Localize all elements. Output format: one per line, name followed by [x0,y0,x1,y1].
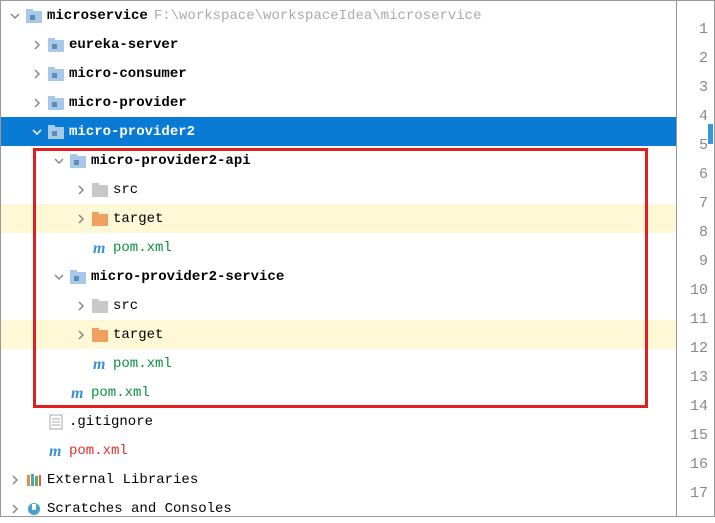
excluded-folder-icon [91,326,109,344]
line-number: 6 [677,160,714,189]
tree-row-scratches[interactable]: Scratches and Consoles [1,494,676,523]
tree-row-mp2-service-pom[interactable]: · m pom.xml [1,349,676,378]
svg-text:m: m [71,385,83,401]
module-label: micro-consumer [69,66,187,82]
chevron-right-icon[interactable] [73,211,89,227]
file-label: pom.xml [91,385,150,401]
selection-marker [708,124,713,144]
libraries-icon [25,471,43,489]
chevron-right-icon[interactable] [29,37,45,53]
line-number: 1 [677,15,714,44]
line-number: 3 [677,73,714,102]
chevron-down-icon[interactable] [51,153,67,169]
tree-row-provider[interactable]: micro-provider [1,88,676,117]
tree-row-mp2-api-src[interactable]: src [1,175,676,204]
tree-row-gitignore[interactable]: · .gitignore [1,407,676,436]
chevron-right-icon[interactable] [73,327,89,343]
folder-icon [91,181,109,199]
line-number: 15 [677,421,714,450]
maven-icon: m [69,384,87,402]
editor-gutter: 1 2 3 4 5 6 7 8 9 10 11 12 13 14 15 16 1… [677,0,715,517]
module-label: micro-provider [69,95,187,111]
line-number: 9 [677,247,714,276]
module-label: micro-provider2-service [91,269,284,285]
scratches-icon [25,500,43,518]
file-icon [47,413,65,431]
tree-row-mp2-pom[interactable]: · m pom.xml [1,378,676,407]
chevron-down-icon[interactable] [51,269,67,285]
chevron-right-icon[interactable] [29,95,45,111]
line-number: 16 [677,450,714,479]
module-folder-icon [69,152,87,170]
svg-text:m: m [49,443,61,459]
maven-icon: m [91,355,109,373]
line-number: 2 [677,44,714,73]
tree-row-mp2-api[interactable]: micro-provider2-api [1,146,676,175]
node-label: External Libraries [47,472,198,488]
module-folder-icon [47,123,65,141]
file-label: pom.xml [113,356,172,372]
module-folder-icon [47,65,65,83]
chevron-right-icon[interactable] [29,66,45,82]
module-label: eureka-server [69,37,178,53]
line-number: 17 [677,479,714,508]
chevron-down-icon[interactable] [7,8,23,24]
root-project-name: microservice [47,8,148,24]
tree-row-provider2[interactable]: micro-provider2 [1,117,676,146]
chevron-right-icon[interactable] [73,182,89,198]
folder-label: src [113,182,138,198]
folder-label: src [113,298,138,314]
line-number: 11 [677,305,714,334]
file-label: pom.xml [69,443,128,459]
file-label: .gitignore [69,414,153,430]
module-label: micro-provider2-api [91,153,251,169]
svg-text:m: m [93,356,105,372]
tree-row-mp2-service-target[interactable]: target [1,320,676,349]
tree-row-consumer[interactable]: micro-consumer [1,59,676,88]
maven-icon: m [47,442,65,460]
folder-icon [91,297,109,315]
maven-icon: m [91,239,109,257]
module-folder-icon [25,7,43,25]
tree-row-mp2-service[interactable]: micro-provider2-service [1,262,676,291]
module-folder-icon [47,94,65,112]
chevron-right-icon[interactable] [73,298,89,314]
chevron-right-icon[interactable] [7,472,23,488]
line-number: 13 [677,363,714,392]
module-folder-icon [69,268,87,286]
line-number: 10 [677,276,714,305]
tree-row-eureka[interactable]: eureka-server [1,30,676,59]
folder-label: target [113,211,163,227]
tree-row-mp2-api-pom[interactable]: · m pom.xml [1,233,676,262]
tree-row-root-pom[interactable]: · m pom.xml [1,436,676,465]
tree-row-mp2-service-src[interactable]: src [1,291,676,320]
module-folder-icon [47,36,65,54]
chevron-down-icon[interactable] [29,124,45,140]
project-tree-panel: microservice F:\workspace\workspaceIdea\… [0,0,677,517]
excluded-folder-icon [91,210,109,228]
chevron-right-icon[interactable] [7,501,23,517]
node-label: Scratches and Consoles [47,501,232,517]
tree-row-root[interactable]: microservice F:\workspace\workspaceIdea\… [1,1,676,30]
folder-label: target [113,327,163,343]
tree-row-mp2-api-target[interactable]: target [1,204,676,233]
svg-text:m: m [93,240,105,256]
line-number: 14 [677,392,714,421]
module-label: micro-provider2 [69,124,195,140]
tree-row-ext-libs[interactable]: External Libraries [1,465,676,494]
line-number: 7 [677,189,714,218]
root-project-path: F:\workspace\workspaceIdea\microservice [154,8,482,24]
file-label: pom.xml [113,240,172,256]
line-number: 12 [677,334,714,363]
line-number: 8 [677,218,714,247]
